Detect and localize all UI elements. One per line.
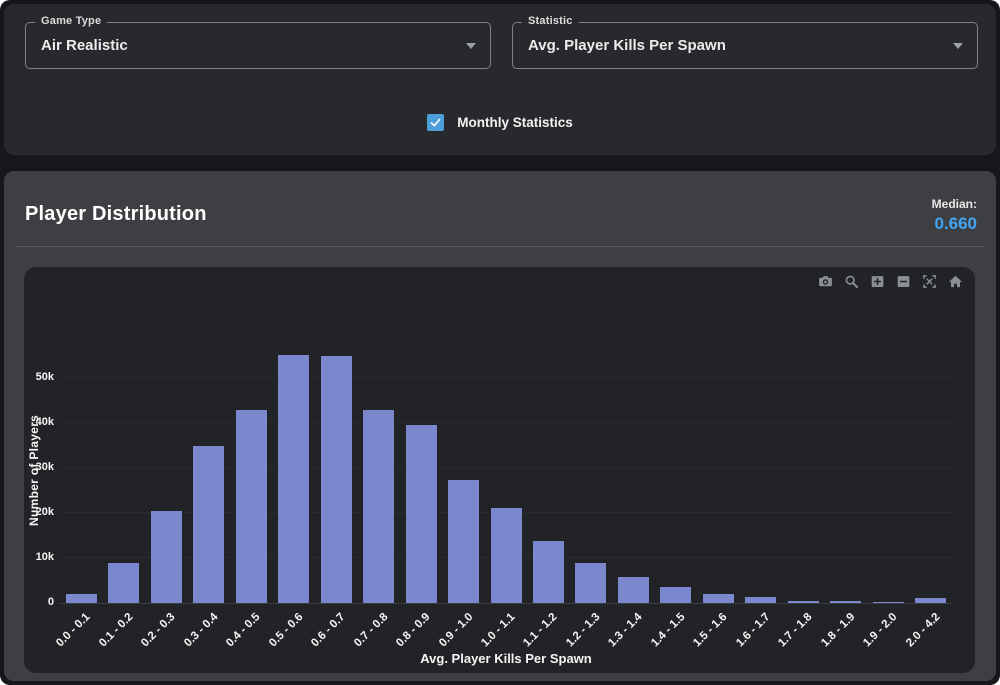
zoom-out-icon[interactable] — [895, 273, 911, 289]
game-type-select[interactable]: Game Type Air Realistic — [25, 22, 491, 69]
bar-0.9 - 1.0[interactable] — [447, 479, 480, 603]
monthly-statistics-label: Monthly Statistics — [457, 115, 573, 130]
autoscale-icon[interactable] — [921, 273, 937, 289]
bar-1.6 - 1.7[interactable] — [744, 596, 777, 603]
bar-0.2 - 0.3[interactable] — [150, 510, 183, 603]
bar-1.0 - 1.1[interactable] — [490, 507, 523, 603]
median-value: 0.660 — [932, 214, 977, 234]
player-distribution-card: Player Distribution Median: 0.660 — [4, 171, 996, 681]
card-divider — [16, 246, 984, 247]
statistic-select[interactable]: Statistic Avg. Player Kills Per Spawn — [512, 22, 978, 69]
bar-1.4 - 1.5[interactable] — [659, 586, 692, 603]
y-tick-label: 20k — [26, 506, 54, 518]
gridline — [60, 422, 952, 423]
bar-2.0 - 4.2[interactable] — [914, 597, 947, 603]
bar-0.7 - 0.8[interactable] — [362, 409, 395, 603]
bar-0.8 - 0.9[interactable] — [405, 424, 438, 603]
median-block: Median: 0.660 — [932, 197, 977, 234]
bar-1.9 - 2.0[interactable] — [872, 601, 905, 603]
page-title: Player Distribution — [25, 203, 207, 226]
camera-icon[interactable] — [817, 273, 833, 289]
monthly-statistics-row: Monthly Statistics — [4, 114, 996, 131]
bar-1.3 - 1.4[interactable] — [617, 576, 650, 604]
bar-0.0 - 0.1[interactable] — [65, 593, 98, 603]
bar-0.5 - 0.6[interactable] — [277, 354, 310, 603]
bar-1.1 - 1.2[interactable] — [532, 540, 565, 603]
distribution-chart: Number of Players Avg. Player Kills Per … — [24, 267, 975, 673]
bar-1.8 - 1.9[interactable] — [829, 600, 862, 603]
plot-area — [60, 337, 952, 604]
check-icon — [429, 116, 442, 129]
y-tick-label: 30k — [26, 461, 54, 473]
bar-0.4 - 0.5[interactable] — [235, 409, 268, 603]
bar-0.6 - 0.7[interactable] — [320, 355, 353, 603]
game-type-value: Air Realistic — [41, 23, 456, 68]
bar-0.3 - 0.4[interactable] — [192, 445, 225, 603]
monthly-statistics-checkbox[interactable] — [427, 114, 444, 131]
page-background: Game Type Air Realistic Statistic Avg. P… — [0, 0, 1000, 685]
y-tick-label: 10k — [26, 551, 54, 563]
bar-0.1 - 0.2[interactable] — [107, 562, 140, 603]
zoom-in-icon[interactable] — [869, 273, 885, 289]
y-tick-label: 50k — [26, 371, 54, 383]
median-label: Median: — [932, 197, 977, 211]
chevron-down-icon — [466, 43, 476, 49]
zoom-icon[interactable] — [843, 273, 859, 289]
bar-1.7 - 1.8[interactable] — [787, 600, 820, 603]
bar-1.5 - 1.6[interactable] — [702, 593, 735, 603]
bar-1.2 - 1.3[interactable] — [574, 562, 607, 603]
gridline — [60, 377, 952, 378]
chevron-down-icon — [953, 43, 963, 49]
home-icon[interactable] — [947, 273, 963, 289]
statistic-value: Avg. Player Kills Per Spawn — [528, 23, 943, 68]
controls-panel: Game Type Air Realistic Statistic Avg. P… — [4, 4, 996, 155]
plotly-modebar — [817, 273, 963, 289]
y-tick-label: 40k — [26, 416, 54, 428]
y-tick-label: 0 — [26, 596, 54, 608]
